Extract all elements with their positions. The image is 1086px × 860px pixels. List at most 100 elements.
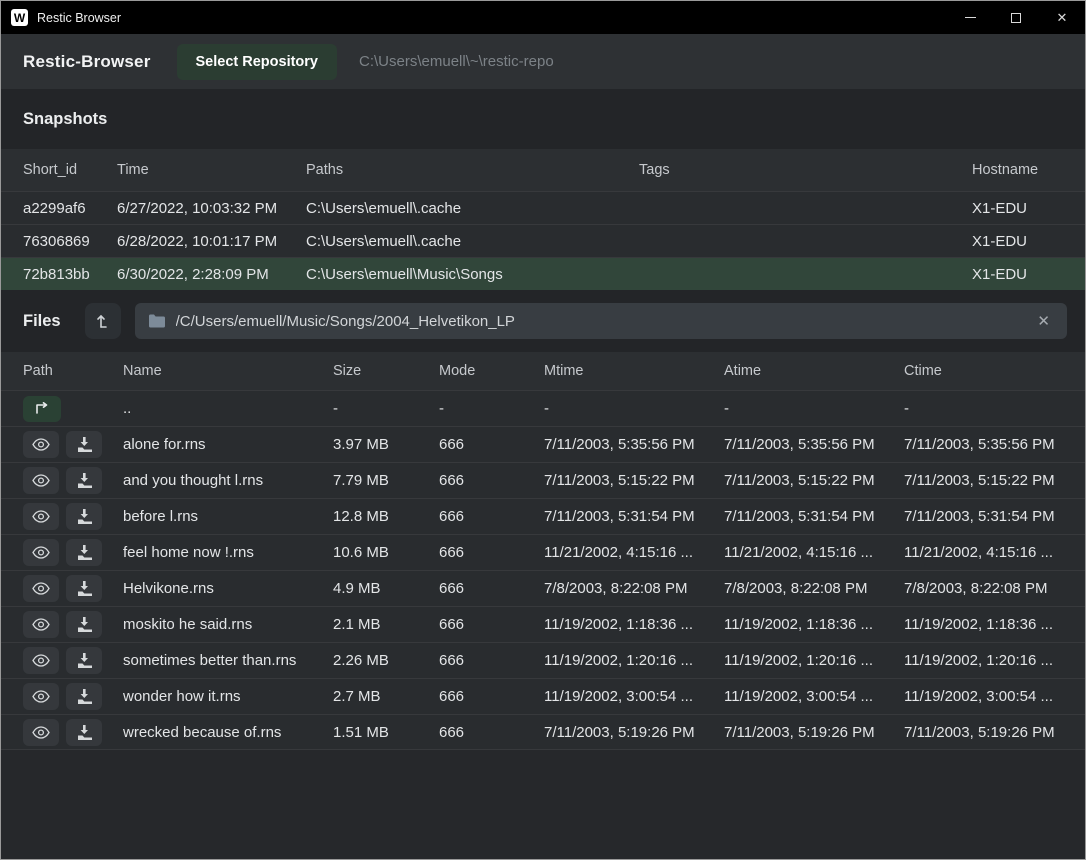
snapshot-short-id: 72b813bb — [23, 266, 117, 283]
current-path-value: /C/Users/emuell/Music/Songs/2004_Helveti… — [176, 313, 515, 330]
app-window: W Restic Browser ✕ Restic-Browser Select… — [0, 0, 1086, 860]
download-file-button[interactable] — [66, 575, 102, 602]
download-icon — [76, 473, 92, 488]
snapshot-hostname: X1-EDU — [972, 200, 1085, 217]
snapshots-title: Snapshots — [23, 110, 107, 129]
file-name: Helvikone.rns — [123, 580, 333, 597]
snapshot-hostname: X1-EDU — [972, 266, 1085, 283]
file-atime: 7/11/2003, 5:35:56 PM — [724, 436, 904, 453]
titlebar: W Restic Browser ✕ — [1, 1, 1085, 34]
eye-icon — [32, 618, 50, 631]
preview-file-button[interactable] — [23, 683, 59, 710]
file-row: wonder how it.rns 2.7 MB 666 11/19/2002,… — [1, 678, 1085, 714]
close-button[interactable]: ✕ — [1039, 1, 1085, 34]
file-name: wonder how it.rns — [123, 688, 333, 705]
col-mtime: Mtime — [544, 363, 724, 379]
file-ctime: 11/21/2002, 4:15:16 ... — [904, 544, 1085, 561]
col-hostname: Hostname — [972, 162, 1085, 178]
file-size: 12.8 MB — [333, 508, 439, 525]
download-icon — [76, 437, 92, 452]
col-ctime: Ctime — [904, 363, 1085, 379]
file-row: alone for.rns 3.97 MB 666 7/11/2003, 5:3… — [1, 426, 1085, 462]
eye-icon — [32, 582, 50, 595]
download-file-button[interactable] — [66, 719, 102, 746]
preview-file-button[interactable] — [23, 539, 59, 566]
file-name: alone for.rns — [123, 436, 333, 453]
col-size: Size — [333, 363, 439, 379]
file-atime: 7/11/2003, 5:19:26 PM — [724, 724, 904, 741]
download-icon — [76, 617, 92, 632]
file-ctime: 7/11/2003, 5:35:56 PM — [904, 436, 1085, 453]
file-mtime: 11/19/2002, 1:18:36 ... — [544, 616, 724, 633]
snapshots-table-body: a2299af6 6/27/2022, 10:03:32 PM C:\Users… — [1, 191, 1085, 290]
file-size: 2.1 MB — [333, 616, 439, 633]
col-atime: Atime — [724, 363, 904, 379]
preview-file-button[interactable] — [23, 575, 59, 602]
eye-icon — [32, 438, 50, 451]
download-file-button[interactable] — [66, 647, 102, 674]
snapshot-row[interactable]: 72b813bb 6/30/2022, 2:28:09 PM C:\Users\… — [1, 257, 1085, 290]
file-row: feel home now !.rns 10.6 MB 666 11/21/20… — [1, 534, 1085, 570]
folder-icon — [148, 314, 166, 328]
download-icon — [76, 581, 92, 596]
empty-area — [1, 750, 1085, 859]
snapshot-row[interactable]: 76306869 6/28/2022, 10:01:17 PM C:\Users… — [1, 224, 1085, 257]
minimize-icon — [965, 17, 976, 18]
col-time: Time — [117, 162, 306, 178]
select-repository-button[interactable]: Select Repository — [177, 44, 338, 80]
file-atime: 11/19/2002, 1:20:16 ... — [724, 652, 904, 669]
parent-directory-row: .. - - - - - — [1, 390, 1085, 426]
file-atime: 11/19/2002, 3:00:54 ... — [724, 688, 904, 705]
up-level-icon — [96, 312, 110, 330]
file-ctime: 11/19/2002, 1:20:16 ... — [904, 652, 1085, 669]
download-icon — [76, 653, 92, 668]
file-row: Helvikone.rns 4.9 MB 666 7/8/2003, 8:22:… — [1, 570, 1085, 606]
file-ctime: 11/19/2002, 1:18:36 ... — [904, 616, 1085, 633]
window-title: Restic Browser — [37, 11, 121, 25]
maximize-button[interactable] — [993, 1, 1039, 34]
file-atime: 11/21/2002, 4:15:16 ... — [724, 544, 904, 561]
download-file-button[interactable] — [66, 467, 102, 494]
file-size: 2.7 MB — [333, 688, 439, 705]
file-ctime: 7/11/2003, 5:15:22 PM — [904, 472, 1085, 489]
preview-file-button[interactable] — [23, 467, 59, 494]
preview-file-button[interactable] — [23, 503, 59, 530]
clear-path-button[interactable]: ✕ — [1033, 310, 1054, 332]
col-short-id: Short_id — [23, 162, 117, 178]
file-mode: 666 — [439, 472, 544, 489]
parent-directory-button[interactable] — [23, 396, 61, 422]
download-file-button[interactable] — [66, 539, 102, 566]
file-mtime: 7/11/2003, 5:35:56 PM — [544, 436, 724, 453]
snapshot-time: 6/28/2022, 10:01:17 PM — [117, 233, 306, 250]
file-mtime: 7/8/2003, 8:22:08 PM — [544, 580, 724, 597]
download-file-button[interactable] — [66, 503, 102, 530]
file-mtime: 11/21/2002, 4:15:16 ... — [544, 544, 724, 561]
current-path-input[interactable]: /C/Users/emuell/Music/Songs/2004_Helveti… — [135, 303, 1067, 339]
file-mtime: 7/11/2003, 5:15:22 PM — [544, 472, 724, 489]
go-to-root-button[interactable] — [85, 303, 121, 339]
preview-file-button[interactable] — [23, 719, 59, 746]
topbar: Restic-Browser Select Repository C:\User… — [1, 34, 1085, 89]
download-file-button[interactable] — [66, 683, 102, 710]
preview-file-button[interactable] — [23, 611, 59, 638]
preview-file-button[interactable] — [23, 431, 59, 458]
file-mtime: 11/19/2002, 3:00:54 ... — [544, 688, 724, 705]
file-mtime: 7/11/2003, 5:31:54 PM — [544, 508, 724, 525]
snapshot-paths: C:\Users\emuell\.cache — [306, 233, 639, 250]
eye-icon — [32, 654, 50, 667]
files-table-header: Path Name Size Mode Mtime Atime Ctime — [1, 352, 1085, 390]
snapshot-row[interactable]: a2299af6 6/27/2022, 10:03:32 PM C:\Users… — [1, 191, 1085, 224]
minimize-button[interactable] — [947, 1, 993, 34]
file-size: 1.51 MB — [333, 724, 439, 741]
file-mode: 666 — [439, 616, 544, 633]
file-row: sometimes better than.rns 2.26 MB 666 11… — [1, 642, 1085, 678]
snapshot-time: 6/27/2022, 10:03:32 PM — [117, 200, 306, 217]
file-mode: - — [439, 400, 544, 417]
col-paths: Paths — [306, 162, 639, 178]
download-file-button[interactable] — [66, 431, 102, 458]
download-file-button[interactable] — [66, 611, 102, 638]
file-row: before l.rns 12.8 MB 666 7/11/2003, 5:31… — [1, 498, 1085, 534]
preview-file-button[interactable] — [23, 647, 59, 674]
file-name: moskito he said.rns — [123, 616, 333, 633]
file-size: 7.79 MB — [333, 472, 439, 489]
